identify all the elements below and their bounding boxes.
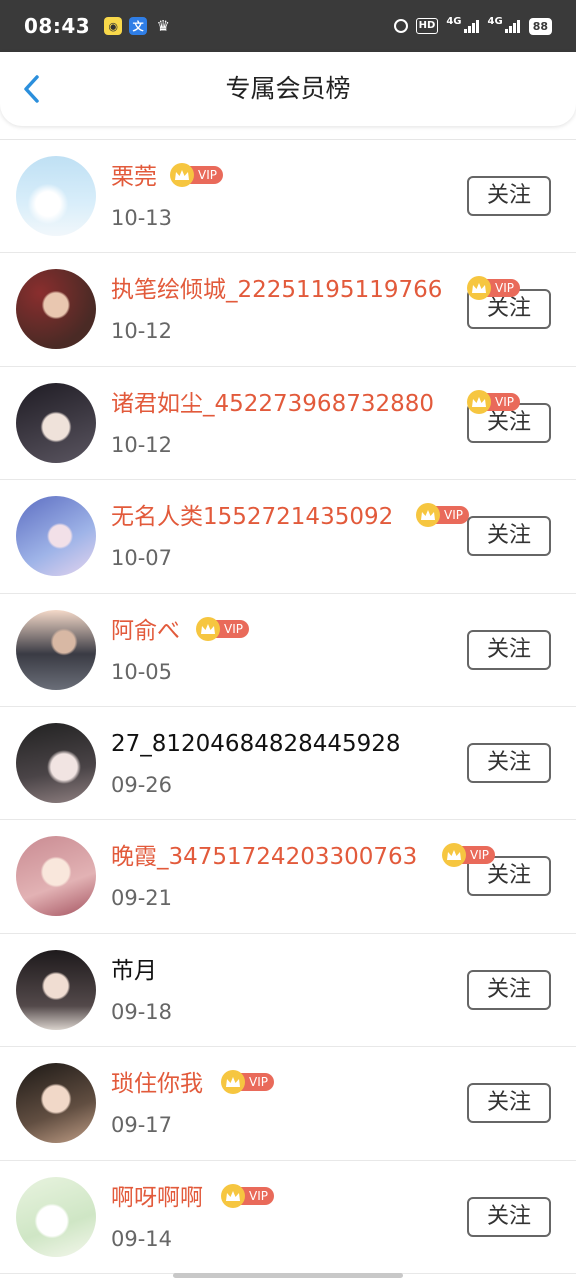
- anime-girl-pink-avatar[interactable]: [16, 836, 96, 917]
- follow-button[interactable]: 关注: [467, 742, 551, 783]
- member-list: 栗莞 VIP 10-13 关注 执笔绘倾城_22251195119766 VIP 10-12…: [0, 140, 576, 1274]
- girl-portrait-avatar[interactable]: [16, 722, 96, 803]
- vip-badge: VIP: [416, 503, 469, 528]
- signal-1-label: 4G: [446, 15, 462, 27]
- crown-icon: [170, 163, 194, 187]
- member-name[interactable]: 阿俞べ: [111, 616, 180, 646]
- vip-badge: VIP: [221, 1183, 274, 1208]
- follow-button[interactable]: 关注: [467, 1083, 551, 1124]
- member-name[interactable]: 27_81204684828445928: [111, 729, 401, 759]
- sky-clouds-avatar[interactable]: [16, 156, 96, 236]
- woman-traditional-avatar[interactable]: [16, 949, 96, 1030]
- member-date: 10-05: [111, 659, 173, 684]
- vip-badge: VIP: [467, 276, 520, 301]
- member-date: 10-13: [111, 206, 173, 230]
- home-indicator: [173, 1273, 403, 1278]
- crown-icon: [221, 1183, 245, 1208]
- member-row[interactable]: 晚霞_34751724203300763 VIP 09-21 关注: [0, 820, 576, 934]
- anime-boy-avatar[interactable]: [16, 382, 96, 463]
- member-name[interactable]: 芇月: [111, 956, 157, 986]
- member-row[interactable]: 芇月 09-18 关注: [0, 934, 576, 1048]
- member-date: 09-14: [111, 1226, 173, 1251]
- girl-sunset-avatar[interactable]: [16, 609, 96, 690]
- battery-icon: 88: [528, 17, 552, 35]
- follow-button[interactable]: 关注: [467, 516, 551, 557]
- member-row[interactable]: 27_81204684828445928 09-26 关注: [0, 707, 576, 821]
- signal-1-icon: 4G: [446, 16, 479, 33]
- vip-badge: VIP: [196, 616, 249, 641]
- anime-girl-red-avatar[interactable]: [16, 269, 96, 350]
- man-portrait-avatar[interactable]: [16, 1063, 96, 1144]
- member-name[interactable]: 执笔绘倾城_22251195119766: [111, 275, 442, 305]
- status-time: 08:43: [24, 14, 91, 38]
- crown-icon: [221, 1070, 245, 1095]
- member-row[interactable]: 无名人类1552721435092 VIP 10-07 关注: [0, 480, 576, 594]
- follow-button[interactable]: 关注: [467, 969, 551, 1010]
- member-row[interactable]: 阿俞べ VIP 10-05 关注: [0, 594, 576, 707]
- member-row[interactable]: 诸君如尘_452273968732880 VIP 10-12 关注: [0, 367, 576, 481]
- member-row[interactable]: 执笔绘倾城_22251195119766 VIP 10-12 关注: [0, 253, 576, 367]
- alipay-icon: 文: [129, 17, 148, 35]
- crown-icon: ♛: [156, 16, 170, 35]
- bunny-cartoon-avatar[interactable]: [16, 1176, 96, 1257]
- crown-icon: [416, 503, 440, 528]
- status-indicators: HD 4G 4G 88: [386, 16, 552, 35]
- crown-icon: [467, 389, 491, 414]
- hd-badge: HD: [415, 18, 439, 34]
- member-date: 10-07: [111, 546, 173, 571]
- anime-girl-blue-avatar[interactable]: [16, 496, 96, 577]
- signal-2-label: 4G: [487, 15, 503, 27]
- member-date: 09-17: [111, 1113, 173, 1138]
- page-title: 专属会员榜: [225, 74, 351, 103]
- member-date: 09-21: [111, 886, 173, 911]
- vip-badge: VIP: [467, 389, 520, 414]
- member-name[interactable]: 晚霞_34751724203300763: [111, 842, 417, 872]
- member-name[interactable]: 琐住你我: [111, 1069, 203, 1099]
- member-date: 10-12: [111, 432, 173, 457]
- crown-icon: [196, 616, 220, 641]
- follow-button[interactable]: 关注: [467, 1196, 551, 1237]
- member-date: 10-12: [111, 319, 173, 344]
- vip-badge: VIP: [221, 1070, 274, 1095]
- member-name[interactable]: 无名人类1552721435092: [111, 502, 393, 532]
- vip-badge: VIP: [442, 843, 495, 868]
- member-date: 09-26: [111, 772, 173, 797]
- follow-button[interactable]: 关注: [467, 176, 551, 216]
- alarm-icon: [393, 19, 408, 33]
- member-name[interactable]: 栗莞: [111, 162, 157, 192]
- member-row[interactable]: 啊呀啊啊 VIP 09-14 关注: [0, 1161, 576, 1274]
- member-date: 09-18: [111, 999, 173, 1024]
- member-row[interactable]: 栗莞 VIP 10-13 关注: [0, 140, 576, 254]
- member-name[interactable]: 诸君如尘_452273968732880: [111, 389, 434, 419]
- signal-2-icon: 4G: [488, 16, 521, 33]
- status-bar: 08:43 ◉ 文 ♛ HD 4G 4G 88: [0, 0, 576, 52]
- vip-badge: VIP: [170, 163, 223, 187]
- follow-button[interactable]: 关注: [467, 629, 551, 670]
- member-name[interactable]: 啊呀啊啊: [111, 1183, 203, 1213]
- member-row[interactable]: 琐住你我 VIP 09-17 关注: [0, 1047, 576, 1161]
- page-header: 专属会员榜: [0, 52, 576, 126]
- chat-app-icon: ◉: [104, 17, 123, 35]
